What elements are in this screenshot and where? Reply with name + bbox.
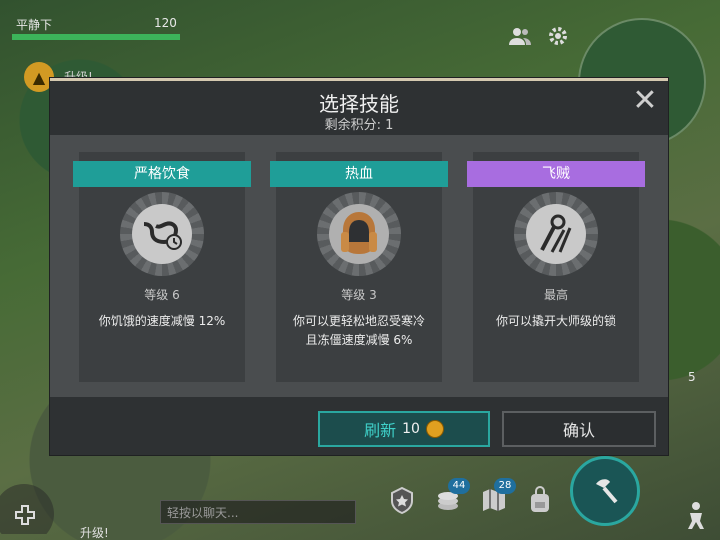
axe-icon <box>596 479 618 504</box>
levelup-bottom-label: 升级! <box>80 526 109 540</box>
chat-input[interactable]: 轻按以聊天... <box>160 500 356 524</box>
status-text: 平静下 <box>16 18 53 32</box>
axe-action-button[interactable] <box>570 456 640 526</box>
coins-stack-icon[interactable]: 44 <box>432 478 470 516</box>
sneak-person-icon[interactable] <box>676 496 716 536</box>
confirm-button[interactable]: 确认 <box>502 411 656 447</box>
health-value: 120 <box>154 16 177 30</box>
stomach-clock-icon <box>132 204 192 264</box>
skill-name: 严格饮食 <box>73 161 251 187</box>
skill-description: 你可以更轻松地忍受寒冷 且冻僵速度减慢 6% <box>284 312 434 350</box>
skill-card-strict-diet[interactable]: 严格饮食 等级 6 你饥饿的速度减慢 12% <box>73 152 251 382</box>
refresh-label: 刷新 <box>364 421 397 440</box>
backpack-icon[interactable] <box>524 484 556 516</box>
lockpick-icon <box>526 204 586 264</box>
dialog-footer: 刷新 10 确认 <box>50 397 668 455</box>
skill-card-hot-blood[interactable]: 热血 等级 3 你可以更轻松地忍受寒冷 且冻僵速度减慢 6% <box>270 152 448 382</box>
skill-name: 飞贼 <box>467 161 645 187</box>
dpad-plus-icon[interactable] <box>0 474 60 541</box>
refresh-button[interactable]: 刷新 10 <box>318 411 490 447</box>
refresh-cost: 10 <box>402 421 420 437</box>
skill-level: 等级 3 <box>341 288 377 302</box>
top-hud-icons <box>506 22 572 50</box>
skill-card-thief[interactable]: 飞贼 最高 你可以撬开大师级的锁 <box>467 152 645 382</box>
dialog-header: 选择技能 剩余积分: 1 ✕ <box>50 81 668 135</box>
player-status: 平静下 120 <box>0 0 180 44</box>
skill-cards: 严格饮食 等级 6 你饥饿的速度减慢 12% 热血 等级 3 你可以更轻松地忍受… <box>50 135 668 397</box>
remaining-points: 剩余积分: 1 <box>324 118 394 133</box>
gear-icon[interactable] <box>544 22 572 50</box>
skill-level: 最高 <box>543 288 568 302</box>
skill-icon-frame <box>120 192 204 276</box>
map-icon[interactable]: 28 <box>478 478 516 516</box>
health-bar-fill <box>12 34 180 40</box>
quests-badge: 28 <box>494 478 516 494</box>
coins-badge: 44 <box>448 478 470 494</box>
fur-hat-icon <box>329 204 389 264</box>
skill-description: 你饥饿的速度减慢 12% <box>98 314 226 328</box>
skill-level: 等级 6 <box>144 288 180 302</box>
health-bar <box>12 34 180 40</box>
close-icon[interactable]: ✕ <box>632 86 658 116</box>
coin-icon <box>425 420 444 438</box>
bottom-hud-icons: 44 28 <box>386 478 556 516</box>
skill-icon-frame <box>514 192 598 276</box>
skill-select-dialog: 选择技能 剩余积分: 1 ✕ 严格饮食 等级 6 你饥饿的速度减慢 12% 热血 <box>50 78 668 455</box>
skill-icon-frame <box>317 192 401 276</box>
skill-name: 热血 <box>270 161 448 187</box>
skill-description: 你可以撬开大师级的锁 <box>495 314 616 328</box>
shield-star-icon[interactable] <box>386 484 418 516</box>
skill-description-line: 且冻僵速度减慢 6% <box>305 333 413 347</box>
friends-icon[interactable] <box>506 22 534 50</box>
dialog-title: 选择技能 <box>319 92 399 116</box>
skill-description-line: 你可以更轻松地忍受寒冷 <box>292 314 425 328</box>
right-counter: 5 <box>688 370 696 384</box>
